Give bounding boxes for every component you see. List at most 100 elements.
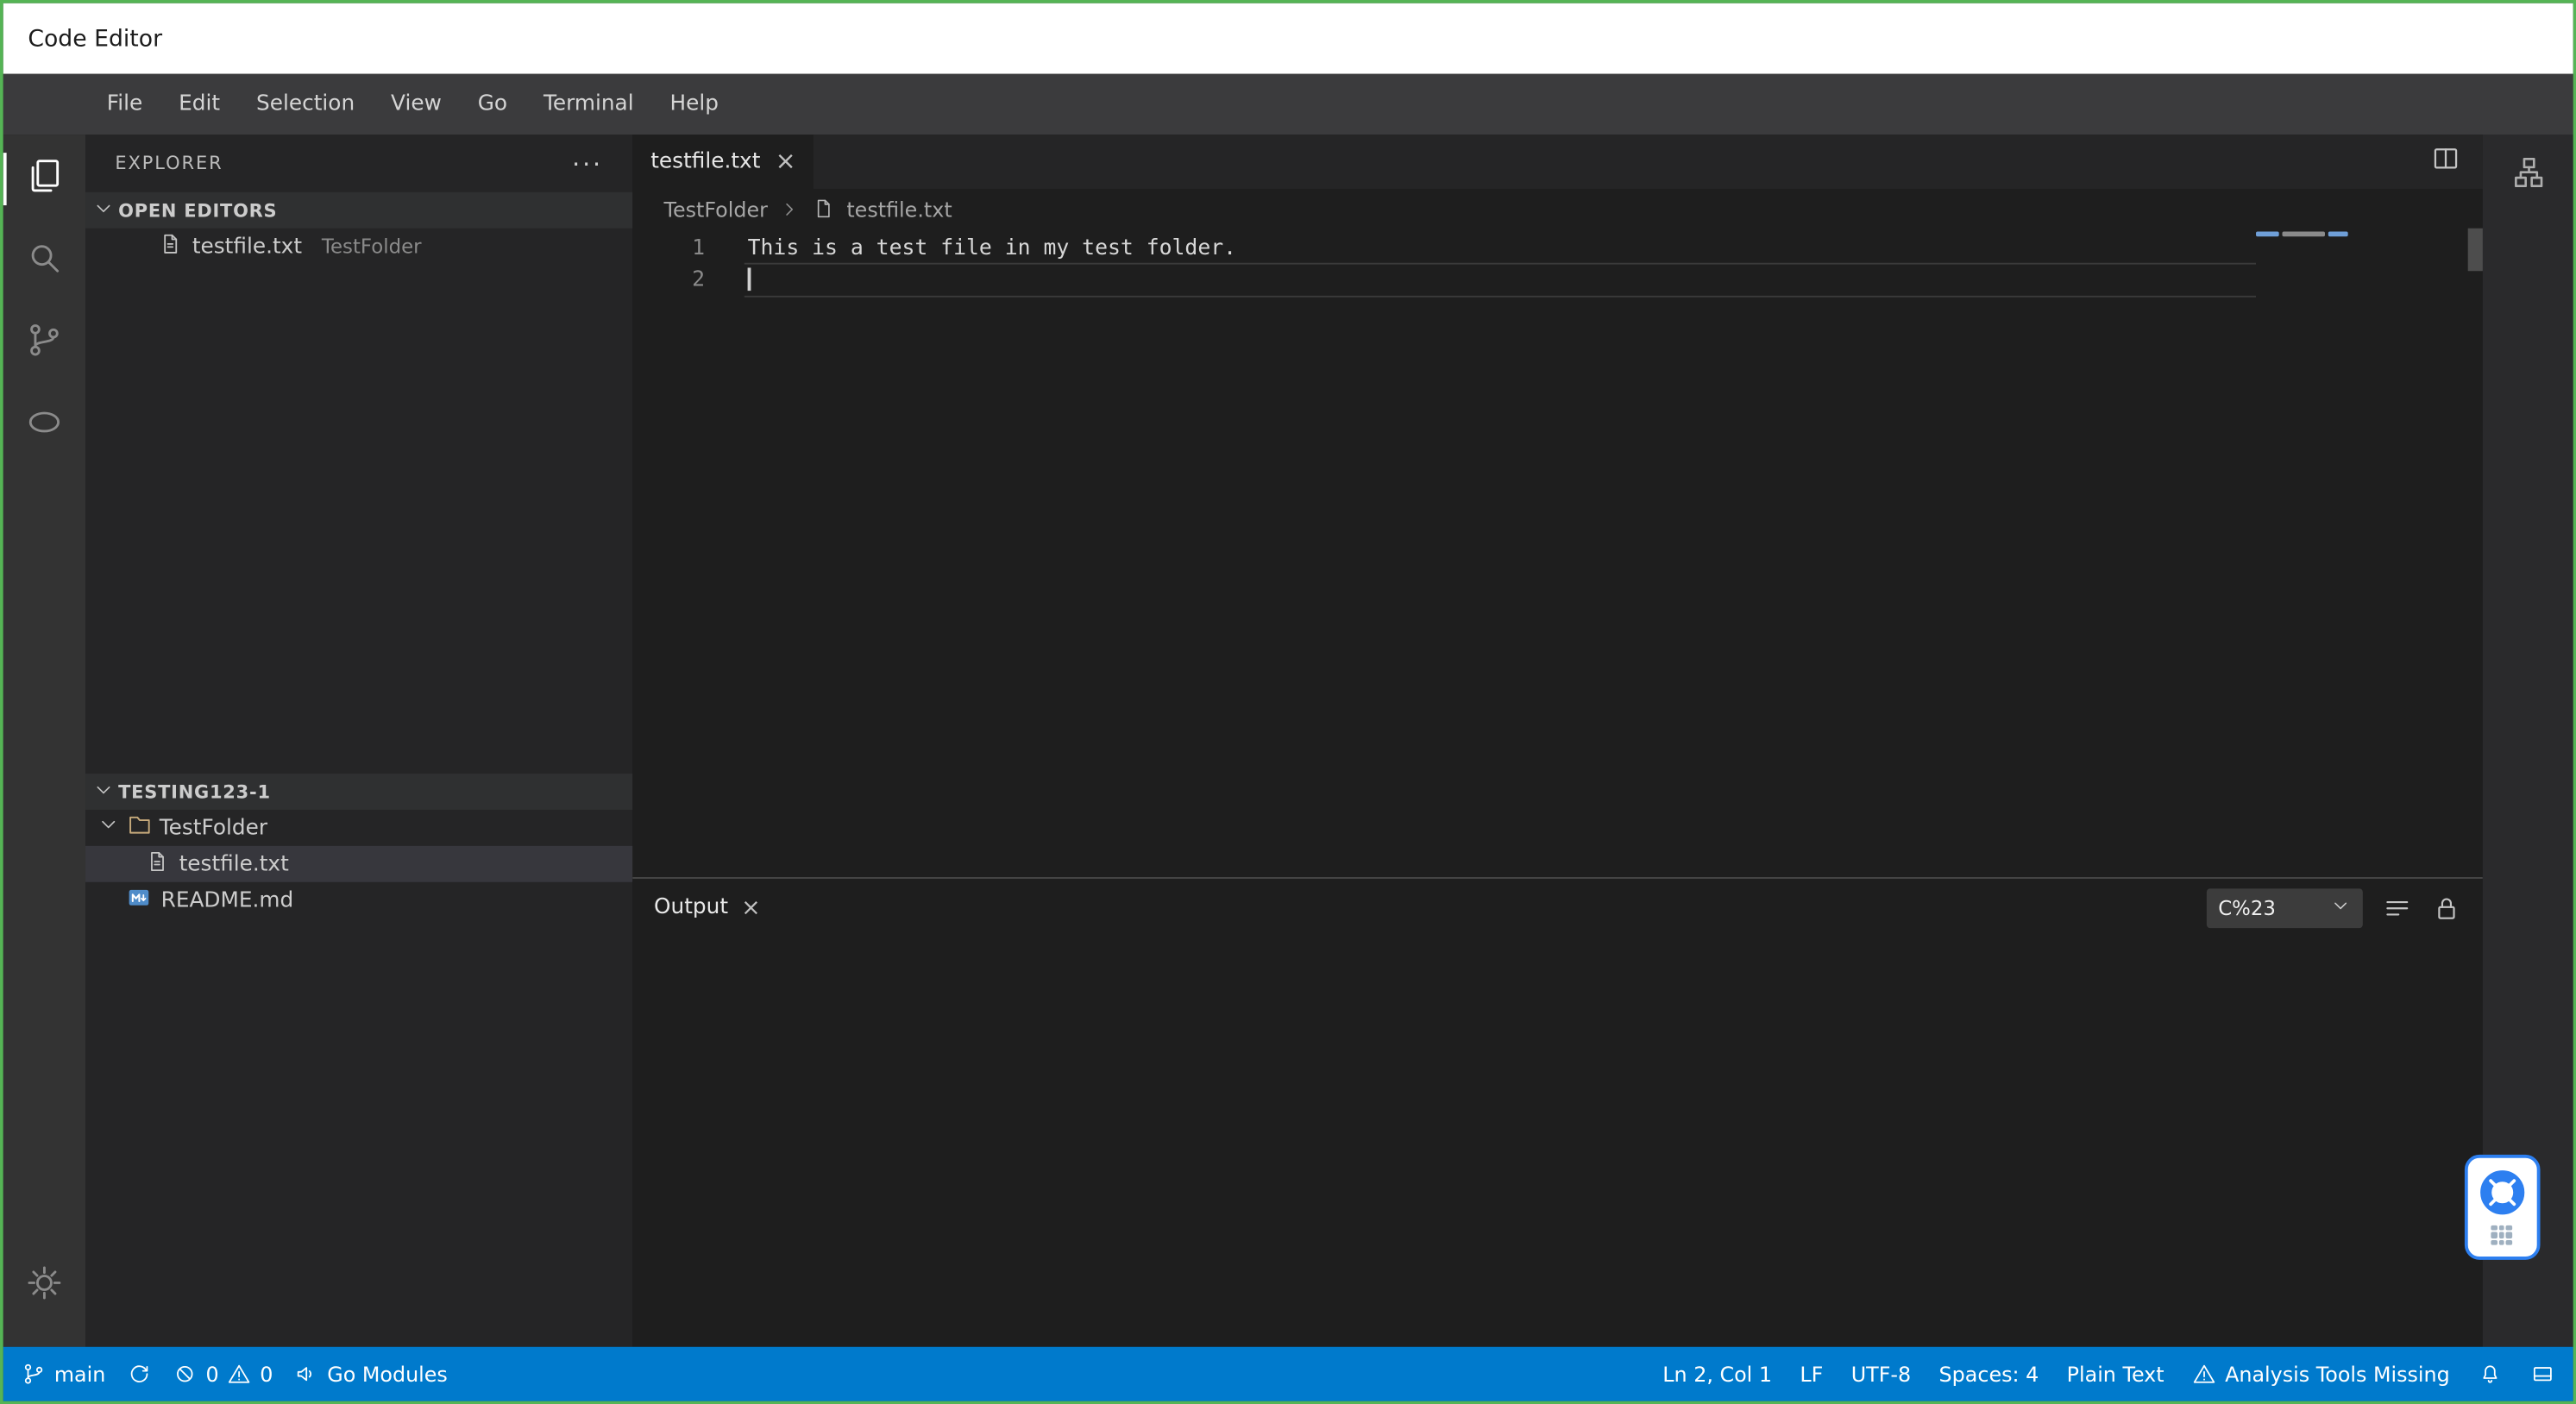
status-bar-right: Ln 2, Col 1 LF UTF-8 Spaces: 4 Plain Tex… <box>1662 1361 2555 1387</box>
warning-icon <box>2192 1362 2217 1387</box>
git-branch-icon <box>22 1362 47 1387</box>
open-editor-item-testfile[interactable]: testfile.txt TestFolder <box>85 229 632 265</box>
panel-actions: C%23 <box>2206 887 2461 928</box>
encoding-status-item[interactable]: UTF-8 <box>1851 1362 1911 1387</box>
indentation-status-item[interactable]: Spaces: 4 <box>1939 1362 2039 1387</box>
lock-icon[interactable] <box>2432 893 2461 922</box>
chevron-down-icon <box>92 778 116 805</box>
branch-name: main <box>53 1361 106 1387</box>
code-text[interactable] <box>705 265 748 296</box>
search-activity-button[interactable] <box>3 220 85 302</box>
more-actions-icon[interactable]: ··· <box>572 148 603 178</box>
language-mode: Plain Text <box>2066 1361 2164 1387</box>
breadcrumb: TestFolder testfile.txt <box>632 189 2483 229</box>
encoding-value: UTF-8 <box>1850 1361 1912 1387</box>
title-bar: Code Editor <box>3 3 2573 74</box>
source-control-activity-button[interactable] <box>3 302 85 384</box>
menu-edit[interactable]: Edit <box>160 74 238 135</box>
error-count: 0 <box>205 1361 219 1387</box>
close-icon[interactable]: × <box>741 894 760 920</box>
warning-count: 0 <box>260 1361 273 1387</box>
output-channel-value: C%23 <box>2218 895 2276 919</box>
settings-gear-icon <box>25 1263 65 1309</box>
language-mode-status-item[interactable]: Plain Text <box>2067 1362 2164 1387</box>
assistant-widget[interactable] <box>2464 1154 2541 1260</box>
analysis-warning-label: Analysis Tools Missing <box>2225 1361 2450 1387</box>
word-wrap-icon[interactable] <box>2383 893 2412 922</box>
explorer-activity-button[interactable] <box>3 138 85 220</box>
code-editor-window: Code Editor File Edit Selection View Go … <box>3 3 2573 1401</box>
files-icon <box>25 156 65 202</box>
chevron-down-icon <box>92 197 116 224</box>
eol-status-item[interactable]: LF <box>1800 1362 1823 1387</box>
menu-terminal[interactable]: Terminal <box>525 74 652 135</box>
run-oval-icon <box>25 403 65 448</box>
panel-header: Output × C%23 <box>632 879 2483 937</box>
open-editors-section-header[interactable]: OPEN EDITORS <box>85 191 633 229</box>
main-area: EXPLORER ··· OPEN EDITORS testfile.txt T… <box>3 135 2573 1347</box>
sidebar-header: EXPLORER ··· <box>85 135 632 192</box>
problems-status-item[interactable]: 0 0 <box>173 1361 273 1387</box>
cursor-position: Ln 2, Col 1 <box>1662 1361 1773 1387</box>
tree-item-testfile-selected[interactable]: testfile.txt <box>85 845 633 882</box>
editor-scrollbar[interactable] <box>2467 228 2483 877</box>
menu-view[interactable]: View <box>373 74 460 135</box>
warning-icon <box>227 1362 252 1387</box>
folder-icon <box>127 812 153 844</box>
menu-file[interactable]: File <box>89 74 160 135</box>
tab-label: testfile.txt <box>650 149 761 174</box>
manage-button[interactable] <box>3 1245 85 1327</box>
sidebar-title: EXPLORER <box>115 153 223 174</box>
life-buoy-icon <box>2478 1168 2527 1217</box>
text-cursor <box>747 267 751 291</box>
explorer-sidebar: EXPLORER ··· OPEN EDITORS testfile.txt T… <box>85 135 633 1347</box>
line-number[interactable]: 2 <box>632 265 705 296</box>
code-line-1[interactable]: 1 This is a test file in my test folder. <box>632 233 2483 264</box>
chevron-down-icon <box>2330 894 2352 920</box>
output-panel-content[interactable] <box>632 937 2483 1347</box>
editor-tab-bar: testfile.txt × <box>632 135 2483 190</box>
analysis-tools-status-item[interactable]: Analysis Tools Missing <box>2192 1361 2450 1387</box>
code-editor[interactable]: 1 This is a test file in my test folder.… <box>632 228 2483 877</box>
go-modules-label: Go Modules <box>327 1361 448 1387</box>
speaker-icon <box>294 1362 319 1387</box>
open-editor-file-detail: TestFolder <box>321 235 422 259</box>
file-icon <box>812 197 835 221</box>
window-title: Code Editor <box>28 25 163 52</box>
run-activity-button[interactable] <box>3 385 85 467</box>
tree-item-testfolder[interactable]: TestFolder <box>85 810 632 846</box>
eol-value: LF <box>1800 1361 1824 1387</box>
bottom-panel: Output × C%23 <box>632 877 2483 1347</box>
menu-go[interactable]: Go <box>460 74 525 135</box>
file-icon <box>158 231 183 262</box>
tab-testfile[interactable]: testfile.txt × <box>632 135 814 190</box>
chevron-right-icon <box>779 198 801 220</box>
notifications-status-item[interactable] <box>2478 1362 2503 1387</box>
panel-tab-label: Output <box>654 895 729 920</box>
panel-tab-output[interactable]: Output × <box>654 894 761 920</box>
line-number[interactable]: 1 <box>632 233 705 264</box>
menu-selection[interactable]: Selection <box>238 74 373 135</box>
sync-status-item[interactable] <box>127 1362 152 1387</box>
bell-icon <box>2478 1362 2503 1387</box>
output-channel-select[interactable]: C%23 <box>2206 887 2363 928</box>
breadcrumb-file[interactable]: testfile.txt <box>846 197 952 222</box>
layout-icon[interactable] <box>2510 154 2546 197</box>
tree-item-readme[interactable]: README.md <box>85 882 632 918</box>
split-editor-icon[interactable] <box>2430 143 2461 181</box>
code-line-2[interactable]: 2 <box>632 265 2483 296</box>
workspace-section-header[interactable]: TESTING123-1 <box>85 774 633 810</box>
activity-bar <box>3 135 86 1347</box>
breadcrumb-folder[interactable]: TestFolder <box>663 197 767 222</box>
editor-actions <box>2430 135 2483 189</box>
tree-item-label: TestFolder <box>159 815 268 841</box>
go-modules-status-item[interactable]: Go Modules <box>294 1361 448 1387</box>
workspace-label: TESTING123-1 <box>118 780 271 803</box>
close-icon[interactable]: × <box>776 148 796 174</box>
cursor-position-status-item[interactable]: Ln 2, Col 1 <box>1662 1362 1772 1387</box>
menu-help[interactable]: Help <box>652 74 737 135</box>
branch-status-item[interactable]: main <box>22 1361 106 1387</box>
panel-toggle-status-item[interactable] <box>2530 1362 2555 1387</box>
code-text[interactable]: This is a test file in my test folder. <box>705 233 1236 264</box>
